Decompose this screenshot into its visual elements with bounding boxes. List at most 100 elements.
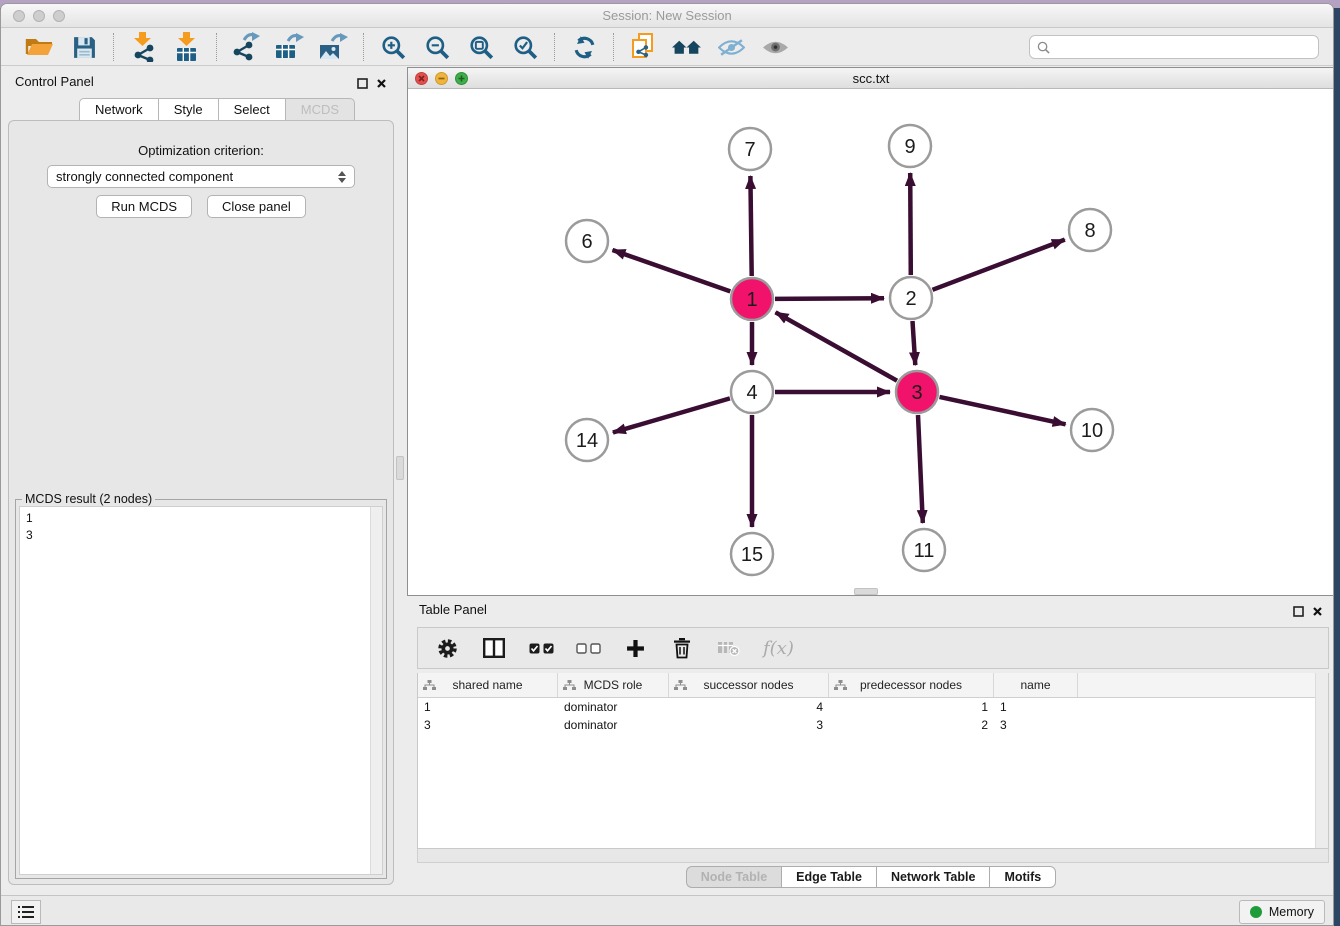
import-table-icon[interactable] [170,32,204,62]
window-minimize-button[interactable] [33,10,45,22]
network-view-titlebar: scc.txt [408,68,1334,89]
node-table: shared name MCDS role successor nodes pr… [417,673,1329,849]
cell-name[interactable]: 1 [994,700,1078,716]
select-all-icon[interactable] [528,635,554,661]
mcds-result-line: 1 [26,510,376,527]
optimization-criterion-dropdown[interactable]: strongly connected component [47,165,355,188]
add-row-icon[interactable] [622,635,648,661]
cell-mcds-role[interactable]: dominator [558,700,669,716]
open-session-icon[interactable] [23,32,57,62]
tab-edge-table[interactable]: Edge Table [781,866,876,888]
memory-button[interactable]: Memory [1239,900,1325,924]
cell-mcds-role[interactable]: dominator [558,718,669,734]
column-header-name[interactable]: name [994,673,1078,697]
cell-successor-nodes[interactable]: 4 [669,700,829,716]
cell-shared-name[interactable]: 3 [418,718,558,734]
graph-edge-1-6[interactable] [613,250,731,291]
deselect-all-icon[interactable] [575,635,601,661]
cell-name[interactable]: 3 [994,718,1078,734]
dropdown-value: strongly connected component [56,169,233,184]
delete-row-icon[interactable] [669,635,695,661]
list-icon [18,905,34,919]
graph-edge-1-7[interactable] [750,176,751,276]
cell-predecessor-nodes[interactable]: 2 [829,718,994,734]
zoom-in-icon[interactable] [376,32,410,62]
tab-style[interactable]: Style [158,98,218,121]
zoom-selected-icon[interactable] [508,32,542,62]
app-window: Session: New Session [0,3,1334,926]
window-zoom-button[interactable] [53,10,65,22]
vertical-split-handle[interactable] [396,456,404,480]
column-header-predecessor-nodes[interactable]: predecessor nodes [829,673,994,697]
app-titlebar: Session: New Session [1,4,1333,28]
screen: Session: New Session [0,0,1340,926]
graph-edge-3-10[interactable] [940,397,1066,424]
graph-edge-1-2[interactable] [775,298,884,299]
control-panel-close-button[interactable] [376,76,387,94]
window-close-button[interactable] [13,10,25,22]
column-label: predecessor nodes [860,678,962,692]
network-view-title: scc.txt [853,71,890,86]
cell-predecessor-nodes[interactable]: 1 [829,700,994,716]
network-zoom-button[interactable] [455,72,468,85]
save-session-icon[interactable] [67,32,101,62]
graph-edge-2-9[interactable] [910,173,911,275]
column-label: name [1020,678,1050,692]
apply-function-icon[interactable]: f(x) [763,638,794,659]
graph-node-label: 2 [905,288,916,310]
graph-edge-3-11[interactable] [918,415,923,523]
horizontal-split-handle[interactable] [854,588,878,595]
cell-shared-name[interactable]: 1 [418,700,558,716]
zoom-out-icon[interactable] [420,32,454,62]
tab-motifs[interactable]: Motifs [989,866,1056,888]
export-image-icon[interactable] [317,32,351,62]
control-panel-tabs: Network Style Select MCDS [79,98,355,121]
mcds-result-list[interactable]: 1 3 [19,506,383,875]
network-minimize-button[interactable] [435,72,448,85]
clone-network-icon[interactable] [626,32,660,62]
import-network-icon[interactable] [126,32,160,62]
zoom-fit-icon[interactable] [464,32,498,62]
result-scrollbar[interactable] [370,507,382,874]
delete-table-icon[interactable] [716,635,742,661]
table-settings-icon[interactable] [434,635,460,661]
cell-successor-nodes[interactable]: 3 [669,718,829,734]
control-panel-float-button[interactable] [357,76,368,94]
tree-icon [674,680,687,694]
network-view-window: scc.txt 1234678910111415 [407,67,1334,596]
first-neighbors-icon[interactable] [670,32,704,62]
search-field[interactable] [1029,35,1319,59]
table-row[interactable]: 3 dominator 3 2 3 [418,718,1328,734]
table-tabs: Node Table Edge Table Network Table Moti… [407,866,1334,888]
tab-network-table[interactable]: Network Table [876,866,990,888]
export-table-icon[interactable] [273,32,307,62]
table-panel-float-button[interactable] [1293,604,1304,622]
graph-edge-2-8[interactable] [933,240,1065,290]
tab-mcds[interactable]: MCDS [285,98,355,121]
hide-selected-icon[interactable] [714,32,748,62]
graph-canvas[interactable]: 1234678910111415 [408,89,1334,595]
apply-layout-icon[interactable] [567,32,601,62]
graph-node-label: 10 [1081,420,1103,442]
run-mcds-button[interactable]: Run MCDS [96,195,192,218]
column-header-mcds-role[interactable]: MCDS role [558,673,669,697]
graph-edge-2-3[interactable] [913,321,916,365]
graph-edge-4-14[interactable] [613,398,730,432]
table-horizontal-scrollbar[interactable] [417,849,1329,863]
tab-node-table[interactable]: Node Table [686,866,781,888]
show-all-icon[interactable] [758,32,792,62]
column-header-shared-name[interactable]: shared name [418,673,558,697]
search-input[interactable] [1055,40,1311,54]
show-columns-icon[interactable] [481,635,507,661]
close-panel-button[interactable]: Close panel [207,195,306,218]
export-network-icon[interactable] [229,32,263,62]
tab-network[interactable]: Network [79,98,158,121]
table-row[interactable]: 1 dominator 4 1 1 [418,700,1328,716]
graph-edge-3-1[interactable] [776,312,898,380]
column-header-successor-nodes[interactable]: successor nodes [669,673,829,697]
table-panel-close-button[interactable] [1312,604,1323,622]
task-history-button[interactable] [11,900,41,924]
table-scrollbar[interactable] [1315,673,1328,848]
tab-select[interactable]: Select [218,98,285,121]
network-close-button[interactable] [415,72,428,85]
